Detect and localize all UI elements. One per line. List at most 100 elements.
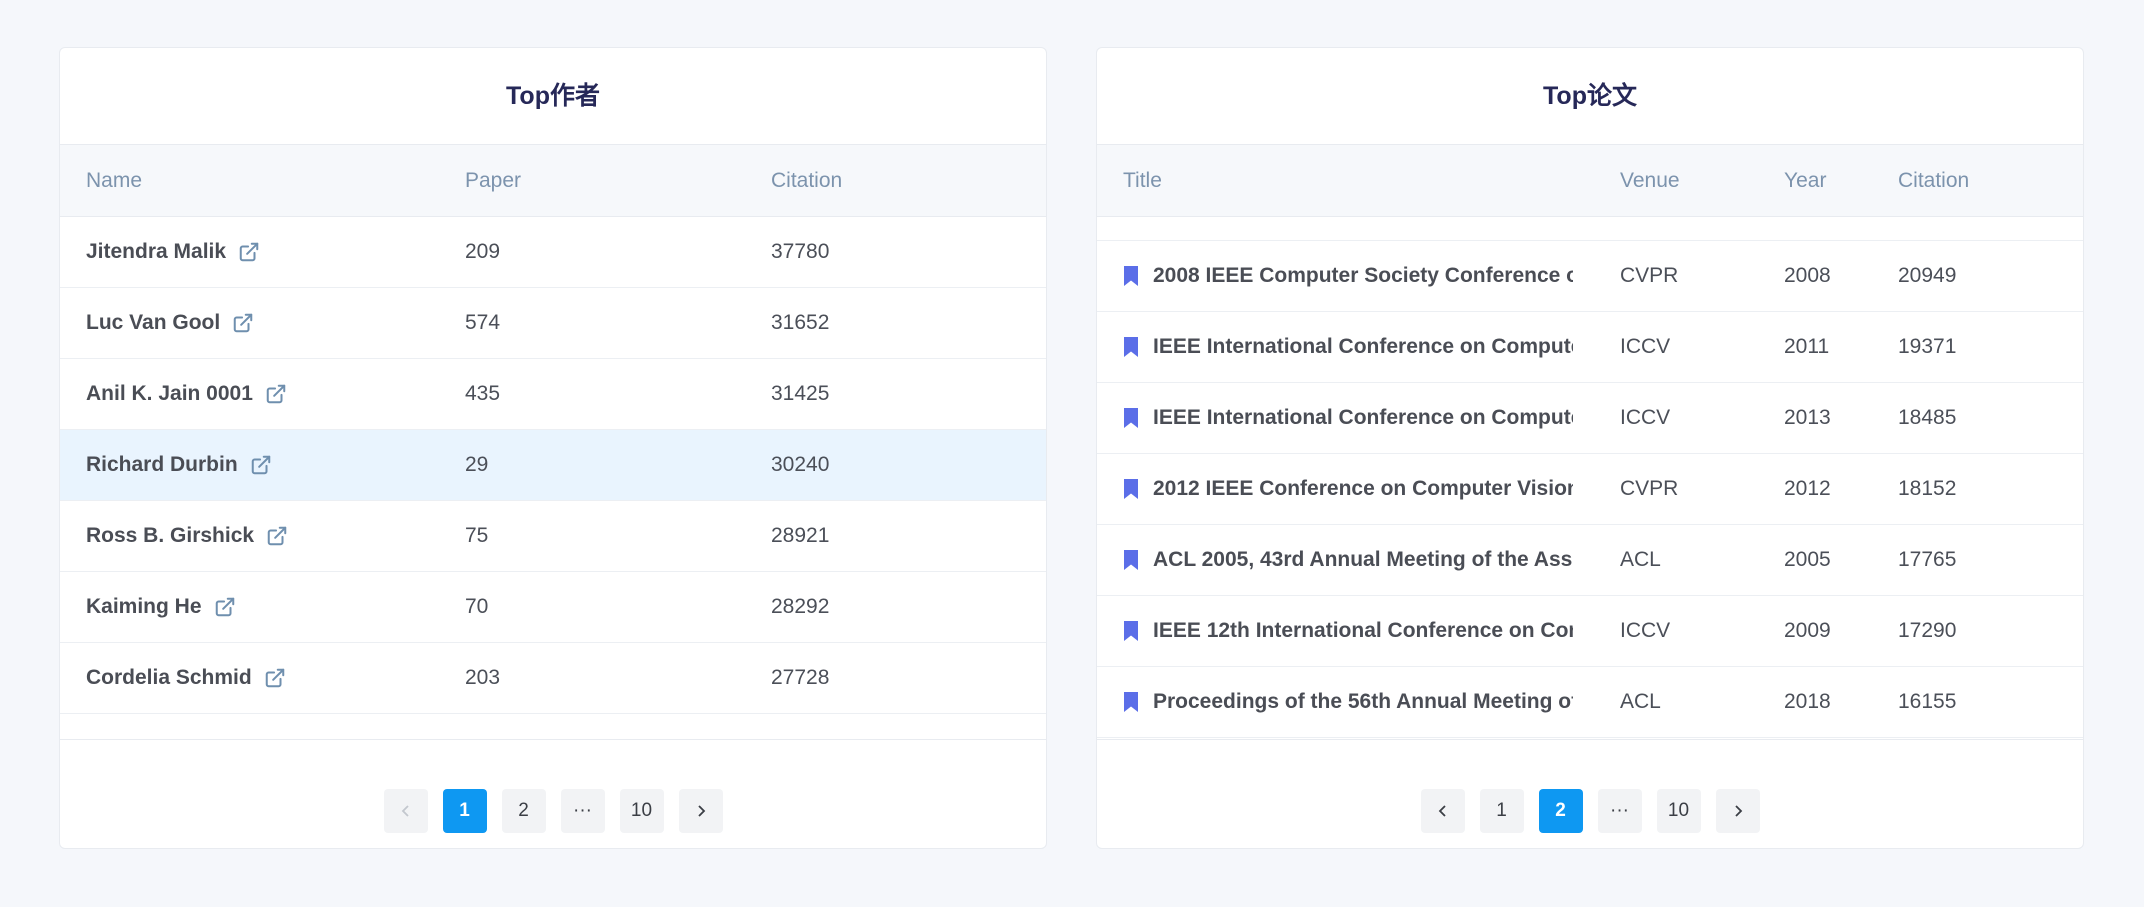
authors-table-body: Jitendra Malik 209 37780 Luc Van Gool 574 316… <box>60 217 1046 740</box>
scrolled-row-edge <box>1097 217 2083 241</box>
paper-citation-count: 18152 <box>1898 477 1957 500</box>
page-button[interactable]: 1 <box>442 789 487 833</box>
author-name[interactable]: Ross B. Girshick <box>86 524 254 548</box>
page-button[interactable]: 2 <box>1538 789 1583 833</box>
page-button[interactable]: 10 <box>619 789 664 833</box>
paper-title-cell: 2012 IEEE Conference on Computer Vision … <box>1123 454 1573 524</box>
papers-table-header: Title Venue Year Citation <box>1097 145 2083 217</box>
bookmark-icon <box>1123 549 1139 571</box>
page-button[interactable]: 1 <box>1479 789 1524 833</box>
author-paper-count: 70 <box>465 595 489 618</box>
external-link-icon[interactable] <box>250 454 272 476</box>
external-link-icon[interactable] <box>264 667 286 689</box>
top-authors-card: Top作者 Name Paper Citation Jitendra Malik… <box>59 47 1047 849</box>
paper-title[interactable]: Proceedings of the 56th Annual Meeting o… <box>1153 690 1573 714</box>
paper-row[interactable]: IEEE International Conference on Compute… <box>1097 312 2083 383</box>
paper-row[interactable]: IEEE International Conference on Compute… <box>1097 383 2083 454</box>
author-row[interactable]: Kaiming He 70 28292 <box>60 572 1046 643</box>
authors-pagination: 1 2 ··· 10 <box>60 789 1046 833</box>
external-link-icon[interactable] <box>214 596 236 618</box>
papers-card-title: Top论文 <box>1097 48 2083 145</box>
paper-row[interactable]: ACL 2005, 43rd Annual Meeting of the Ass… <box>1097 525 2083 596</box>
author-citation-count: 30240 <box>771 453 830 476</box>
paper-year: 2009 <box>1784 619 1831 642</box>
bookmark-icon <box>1123 691 1139 713</box>
author-row[interactable]: Cordelia Schmid 203 27728 <box>60 643 1046 714</box>
author-paper-count: 574 <box>465 311 501 334</box>
author-row[interactable]: Anil K. Jain 0001 435 31425 <box>60 359 1046 430</box>
author-name[interactable]: Kaiming He <box>86 595 202 619</box>
author-name[interactable]: Cordelia Schmid <box>86 666 252 690</box>
author-name-cell: Cordelia Schmid <box>86 643 286 713</box>
paper-citation-count: 17765 <box>1898 548 1957 571</box>
paper-row[interactable]: 2008 IEEE Computer Society Conference on… <box>1097 241 2083 312</box>
author-name[interactable]: Richard Durbin <box>86 453 238 477</box>
author-citation-count: 28921 <box>771 524 830 547</box>
paper-title-cell: IEEE International Conference on Compute… <box>1123 312 1573 382</box>
author-citation-count: 37780 <box>771 240 830 263</box>
column-header-venue: Venue <box>1620 169 1680 192</box>
chevron-left-icon[interactable] <box>383 789 428 833</box>
page-button[interactable]: 10 <box>1656 789 1701 833</box>
author-row[interactable]: Ross B. Girshick 75 28921 <box>60 501 1046 572</box>
paper-venue: ACL <box>1620 548 1661 571</box>
column-header-paper: Paper <box>465 169 522 192</box>
paper-venue: ICCV <box>1620 335 1671 358</box>
author-paper-count: 75 <box>465 524 489 547</box>
paper-row[interactable]: Proceedings of the 56th Annual Meeting o… <box>1097 667 2083 738</box>
paper-venue: ACL <box>1620 690 1661 713</box>
column-header-name: Name <box>86 169 143 192</box>
paper-title[interactable]: IEEE International Conference on Compute… <box>1153 406 1573 430</box>
paper-title[interactable]: 2008 IEEE Computer Society Conference on… <box>1153 264 1573 288</box>
paper-citation-count: 16155 <box>1898 690 1957 713</box>
paper-year: 2013 <box>1784 406 1831 429</box>
chevron-right-icon[interactable] <box>1715 789 1760 833</box>
page-button[interactable]: 2 <box>501 789 546 833</box>
authors-table-header: Name Paper Citation <box>60 145 1046 217</box>
paper-row[interactable]: IEEE 12th International Conference on Co… <box>1097 596 2083 667</box>
paper-year: 2008 <box>1784 264 1831 287</box>
author-name[interactable]: Anil K. Jain 0001 <box>86 382 253 406</box>
author-paper-count: 435 <box>465 382 501 405</box>
pagination-ellipsis[interactable]: ··· <box>560 789 605 833</box>
column-header-title: Title <box>1123 169 1162 192</box>
chevron-left-icon[interactable] <box>1420 789 1465 833</box>
author-row[interactable]: Jitendra Malik 209 37780 <box>60 217 1046 288</box>
author-name[interactable]: Jitendra Malik <box>86 240 226 264</box>
author-row[interactable]: Luc Van Gool 574 31652 <box>60 288 1046 359</box>
chevron-right-icon[interactable] <box>678 789 723 833</box>
external-link-icon[interactable] <box>265 383 287 405</box>
top-papers-card: Top论文 Title Venue Year Citation 2008 IEE… <box>1096 47 2084 849</box>
external-link-icon[interactable] <box>232 312 254 334</box>
column-header-citation: Citation <box>771 169 843 192</box>
author-citation-count: 27728 <box>771 666 830 689</box>
author-paper-count: 203 <box>465 666 501 689</box>
bookmark-icon <box>1123 620 1139 642</box>
paper-citation-count: 18485 <box>1898 406 1957 429</box>
paper-title[interactable]: ACL 2005, 43rd Annual Meeting of the Ass… <box>1153 548 1573 572</box>
author-paper-count: 209 <box>465 240 501 263</box>
paper-title[interactable]: 2012 IEEE Conference on Computer Vision … <box>1153 477 1573 501</box>
author-citation-count: 31652 <box>771 311 830 334</box>
paper-row[interactable]: 2012 IEEE Conference on Computer Vision … <box>1097 454 2083 525</box>
pagination-ellipsis[interactable]: ··· <box>1597 789 1642 833</box>
paper-venue: CVPR <box>1620 264 1679 287</box>
authors-card-title: Top作者 <box>60 48 1046 145</box>
paper-citation-count: 19371 <box>1898 335 1957 358</box>
author-name-cell: Kaiming He <box>86 572 236 642</box>
author-name[interactable]: Luc Van Gool <box>86 311 220 335</box>
external-link-icon[interactable] <box>238 241 260 263</box>
bookmark-icon <box>1123 336 1139 358</box>
external-link-icon[interactable] <box>266 525 288 547</box>
paper-title[interactable]: IEEE International Conference on Compute… <box>1153 335 1573 359</box>
bookmark-icon <box>1123 478 1139 500</box>
paper-year: 2011 <box>1784 335 1830 358</box>
papers-pagination: 1 2 ··· 10 <box>1097 789 2083 833</box>
author-name-cell: Luc Van Gool <box>86 288 254 358</box>
paper-year: 2018 <box>1784 690 1831 713</box>
paper-title-cell: 2008 IEEE Computer Society Conference on… <box>1123 241 1573 311</box>
author-row[interactable]: Richard Durbin 29 30240 <box>60 430 1046 501</box>
paper-title[interactable]: IEEE 12th International Conference on Co… <box>1153 619 1573 643</box>
column-header-citation: Citation <box>1898 169 1970 192</box>
paper-citation-count: 20949 <box>1898 264 1957 287</box>
